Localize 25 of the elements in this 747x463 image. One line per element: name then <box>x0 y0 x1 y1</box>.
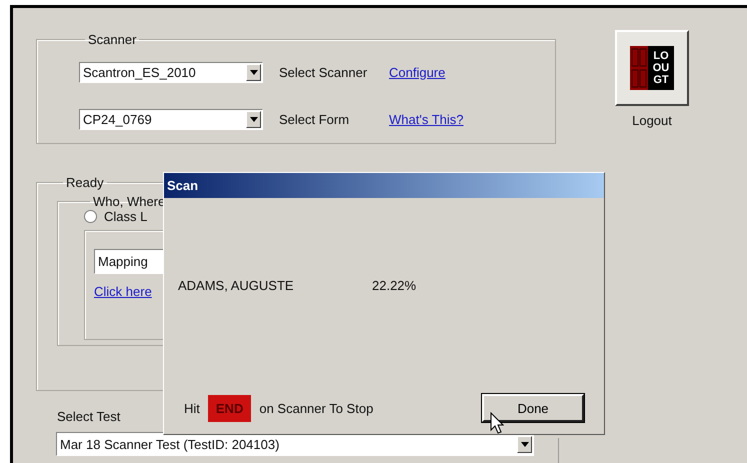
logout-button[interactable]: LO OU GT <box>615 30 689 106</box>
field-label: Select Test <box>57 409 120 424</box>
done-button[interactable]: Done <box>482 394 584 422</box>
dropdown[interactable]: Mar 18 Scanner Test (TestID: 204103) <box>56 432 534 456</box>
group-title: Scanner <box>87 32 138 47</box>
link[interactable]: Configure <box>389 64 446 80</box>
radio-option[interactable]: Class L <box>84 209 356 224</box>
end-key-badge: END <box>208 394 252 422</box>
field-label: Select Form <box>279 112 350 126</box>
logout-label: Logout <box>632 113 672 128</box>
field-label: Select Scanner <box>279 64 368 80</box>
link[interactable]: What's This? <box>389 112 464 126</box>
hint-text: on Scanner To Stop <box>259 400 374 416</box>
dropdown[interactable]: CP24_0769 <box>79 108 263 130</box>
door-icon <box>630 46 648 90</box>
radio-button[interactable] <box>84 210 97 223</box>
link[interactable]: Click here <box>94 284 152 299</box>
percent-text: 22.22% <box>372 278 416 293</box>
student-name: ADAMS, AUGUSTE <box>178 278 295 293</box>
group-title: Ready <box>65 175 105 190</box>
logo-text: LO OU GT <box>648 46 674 90</box>
group-title: Who, Where <box>92 194 166 209</box>
dialog-title: Scan <box>167 178 198 193</box>
hint-text: Hit <box>184 400 200 416</box>
dropdown[interactable]: Scantron_ES_2010 <box>79 62 263 82</box>
